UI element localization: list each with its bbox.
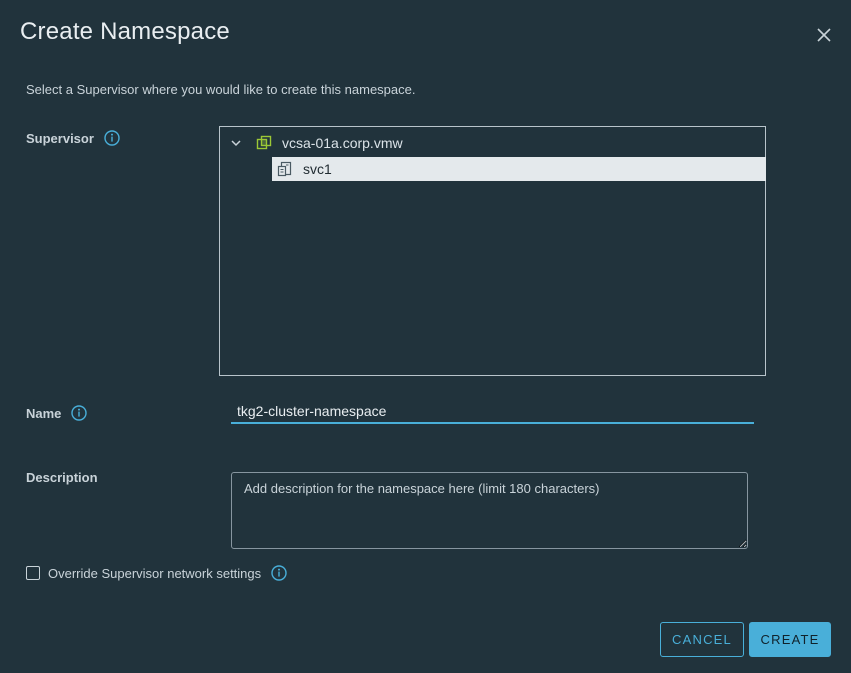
- create-namespace-dialog: Create Namespace Select a Supervisor whe…: [0, 0, 851, 673]
- chevron-down-icon[interactable]: [230, 137, 242, 149]
- tree-item-svc1[interactable]: svc1: [272, 157, 766, 181]
- name-input[interactable]: [231, 402, 754, 424]
- tree-item-label: svc1: [303, 161, 332, 177]
- description-label: Description: [26, 470, 98, 485]
- name-label-row: Name: [26, 405, 88, 421]
- override-network-row: Override Supervisor network settings: [26, 565, 287, 581]
- close-icon[interactable]: [815, 26, 833, 44]
- description-label-row: Description: [26, 470, 98, 485]
- override-network-label[interactable]: Override Supervisor network settings: [48, 566, 261, 581]
- name-label: Name: [26, 405, 62, 421]
- create-button[interactable]: CREATE: [749, 622, 831, 657]
- supervisor-label: Supervisor: [26, 130, 94, 146]
- supervisor-tree[interactable]: vcsa-01a.corp.vmw svc1: [219, 126, 766, 376]
- cancel-button[interactable]: CANCEL: [660, 622, 744, 657]
- supervisor-icon: [277, 161, 292, 177]
- vcenter-icon: [256, 135, 272, 150]
- supervisor-label-row: Supervisor: [26, 130, 120, 146]
- info-icon[interactable]: [71, 405, 88, 421]
- override-network-checkbox[interactable]: [26, 566, 40, 580]
- info-icon[interactable]: [271, 565, 287, 581]
- info-icon[interactable]: [104, 130, 120, 146]
- tree-root-node[interactable]: vcsa-01a.corp.vmw: [230, 133, 403, 153]
- dialog-title: Create Namespace: [20, 18, 230, 45]
- tree-root-label: vcsa-01a.corp.vmw: [282, 135, 403, 151]
- dialog-subtitle: Select a Supervisor where you would like…: [26, 82, 416, 97]
- description-textarea[interactable]: [231, 472, 748, 549]
